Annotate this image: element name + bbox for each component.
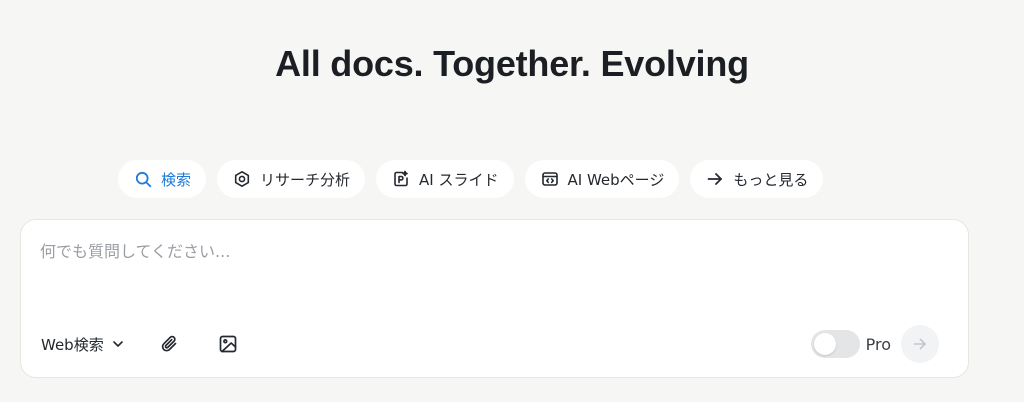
toggle-knob [813,333,836,355]
research-icon [232,169,252,189]
send-button[interactable] [901,325,939,363]
chip-more-label: もっと見る [733,170,809,189]
web-search-dropdown[interactable]: Web検索 [41,334,124,355]
question-input[interactable] [40,238,920,308]
chevron-down-icon [112,338,124,350]
chip-research[interactable]: リサーチ分析 [217,160,366,198]
chip-ai-webpage-label: AI Webページ [567,170,665,189]
mode-chips: 検索 リサーチ分析 AI スライド AI Webページ もっと見る [118,160,824,198]
pro-toggle[interactable] [810,330,860,358]
chip-research-label: リサーチ分析 [260,170,351,189]
arrow-right-icon [912,336,928,352]
arrow-right-icon [705,169,725,189]
paperclip-icon [160,334,180,354]
slides-icon [391,169,411,189]
attach-file-button[interactable] [158,332,182,356]
chip-ai-webpage[interactable]: AI Webページ [524,160,680,198]
webpage-icon [540,169,560,189]
search-icon [133,169,153,189]
chip-more[interactable]: もっと見る [690,160,824,198]
composer-actions: Pro [810,325,939,363]
web-search-label: Web検索 [41,335,104,354]
attach-image-button[interactable] [216,332,240,356]
chip-search-label: 検索 [161,170,192,189]
headline: All docs. Together. Evolving [275,43,749,84]
page: All docs. Together. Evolving 検索 リサーチ分析 A… [0,0,1024,402]
pro-label: Pro [865,334,891,354]
composer-tools: Web検索 [41,332,240,356]
chip-ai-slides-label: AI スライド [419,170,499,189]
chip-search[interactable]: 検索 [118,160,207,198]
image-icon [218,334,238,354]
chip-ai-slides[interactable]: AI スライド [376,160,514,198]
composer: Web検索 [20,219,969,378]
